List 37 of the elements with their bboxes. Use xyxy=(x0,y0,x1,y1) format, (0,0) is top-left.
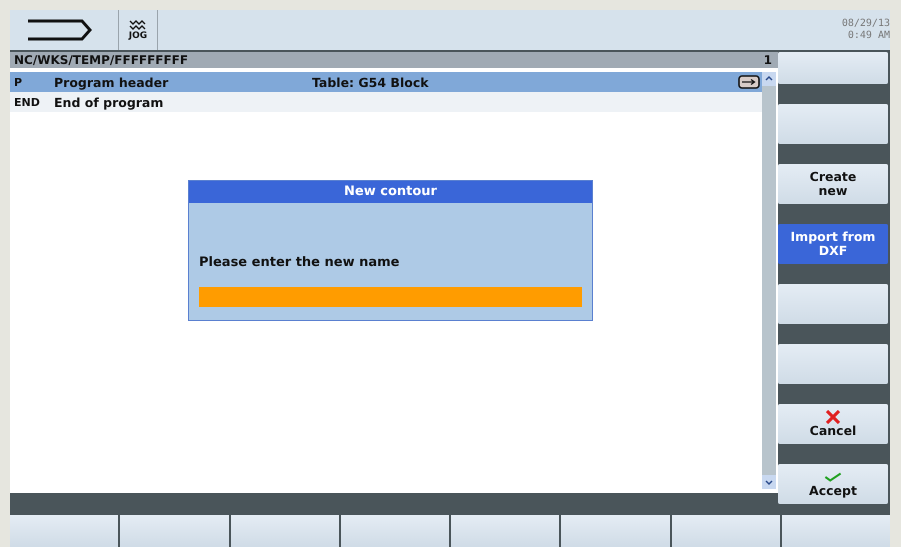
softkey[interactable] xyxy=(778,344,888,384)
checkmark-icon xyxy=(824,470,842,484)
scrollbar[interactable] xyxy=(762,72,776,489)
block-text: Program header xyxy=(54,74,170,90)
softkey[interactable]: Create new xyxy=(778,164,888,204)
block-code: P xyxy=(13,76,24,88)
name-input-field[interactable] xyxy=(199,287,582,307)
block-code: END xyxy=(13,96,41,108)
mode-label: JOG xyxy=(128,31,148,41)
softkey[interactable]: Cancel xyxy=(778,404,888,444)
dialog-title: New contour xyxy=(189,181,592,203)
softkey[interactable]: Import from DXF xyxy=(778,224,888,264)
softkey[interactable] xyxy=(451,515,560,547)
softkey[interactable] xyxy=(230,515,339,547)
channel-number: 1 xyxy=(764,53,772,67)
softkey[interactable] xyxy=(778,284,888,324)
cross-icon xyxy=(824,410,842,424)
program-path: NC/WKS/TEMP/FFFFFFFFF xyxy=(14,53,188,67)
block-text: End of program xyxy=(54,94,164,110)
softkey[interactable] xyxy=(778,104,888,144)
dialog-prompt: Please enter the new name xyxy=(199,255,401,270)
softkey[interactable]: Accept xyxy=(778,464,888,504)
softkey[interactable] xyxy=(10,515,118,547)
softkey[interactable] xyxy=(672,515,780,547)
softkey[interactable] xyxy=(120,515,228,547)
scroll-up-icon[interactable] xyxy=(762,72,776,86)
date-text: 08/29/13 xyxy=(842,18,890,30)
softkey[interactable] xyxy=(561,515,670,547)
program-row[interactable]: P Program header Table: G54 Block xyxy=(10,72,762,92)
program-row[interactable]: END End of program xyxy=(10,92,762,112)
jog-wave-icon xyxy=(129,19,147,31)
arrow-right-icon[interactable] xyxy=(738,75,760,89)
time-text: 0:49 AM xyxy=(848,30,890,42)
block-detail: Table: G54 Block xyxy=(312,74,430,90)
softkey[interactable] xyxy=(340,515,449,547)
scroll-down-icon[interactable] xyxy=(762,475,776,489)
softkey[interactable] xyxy=(782,515,890,547)
